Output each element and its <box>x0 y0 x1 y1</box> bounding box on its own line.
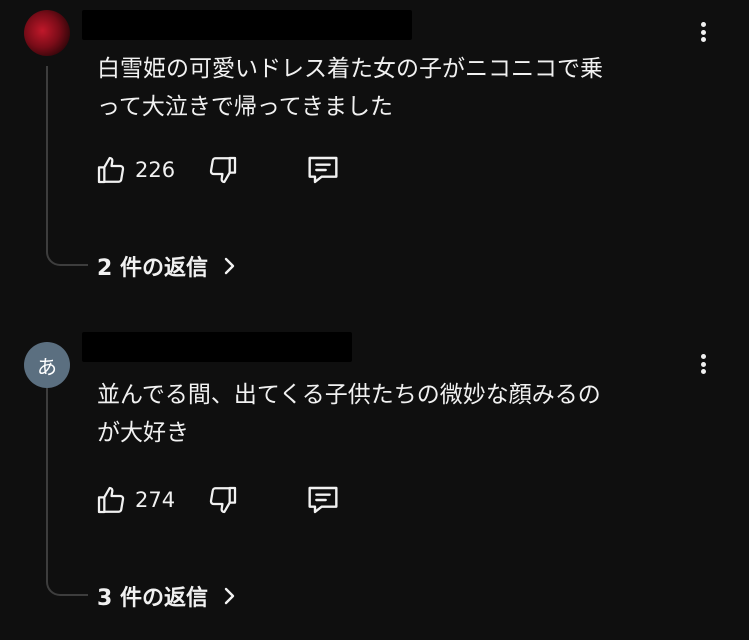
like-count: 226 <box>135 158 176 182</box>
redacted-username <box>82 332 352 362</box>
comment-actions: 226 <box>95 152 355 188</box>
like-button[interactable]: 226 <box>95 152 175 188</box>
dislike-button[interactable] <box>207 482 239 518</box>
reply-button[interactable] <box>305 482 341 518</box>
avatar[interactable] <box>24 10 70 56</box>
more-options-icon[interactable] <box>693 350 713 378</box>
thread-connector-line <box>46 66 88 266</box>
replies-label: 2 件の返信 <box>97 256 208 281</box>
comment-icon <box>308 156 338 184</box>
thumbs-up-icon <box>97 486 125 514</box>
thumbs-up-icon <box>97 156 125 184</box>
redacted-username <box>82 10 412 40</box>
chevron-right-icon <box>222 256 236 276</box>
dislike-button[interactable] <box>207 152 239 188</box>
chevron-right-icon <box>222 586 236 606</box>
more-options-icon[interactable] <box>693 18 713 46</box>
thumbs-down-icon <box>209 156 237 184</box>
comment-actions: 274 <box>95 482 355 518</box>
view-replies-button[interactable]: 2 件の返信 <box>97 250 236 282</box>
avatar[interactable]: あ <box>24 342 70 388</box>
thread-connector-line <box>46 388 88 596</box>
like-count: 274 <box>135 488 176 512</box>
view-replies-button[interactable]: 3 件の返信 <box>97 580 236 612</box>
comment-text: 白雪姫の可愛いドレス着た女の子がニコニコで乗 って大泣きで帰ってきました <box>97 56 603 120</box>
like-button[interactable]: 274 <box>95 482 175 518</box>
replies-label: 3 件の返信 <box>97 586 208 611</box>
comment-icon <box>308 486 338 514</box>
thumbs-down-icon <box>209 486 237 514</box>
reply-button[interactable] <box>305 152 341 188</box>
comment-text: 並んでる間、出てくる子供たちの微妙な顔みるの が大好き <box>97 382 601 446</box>
